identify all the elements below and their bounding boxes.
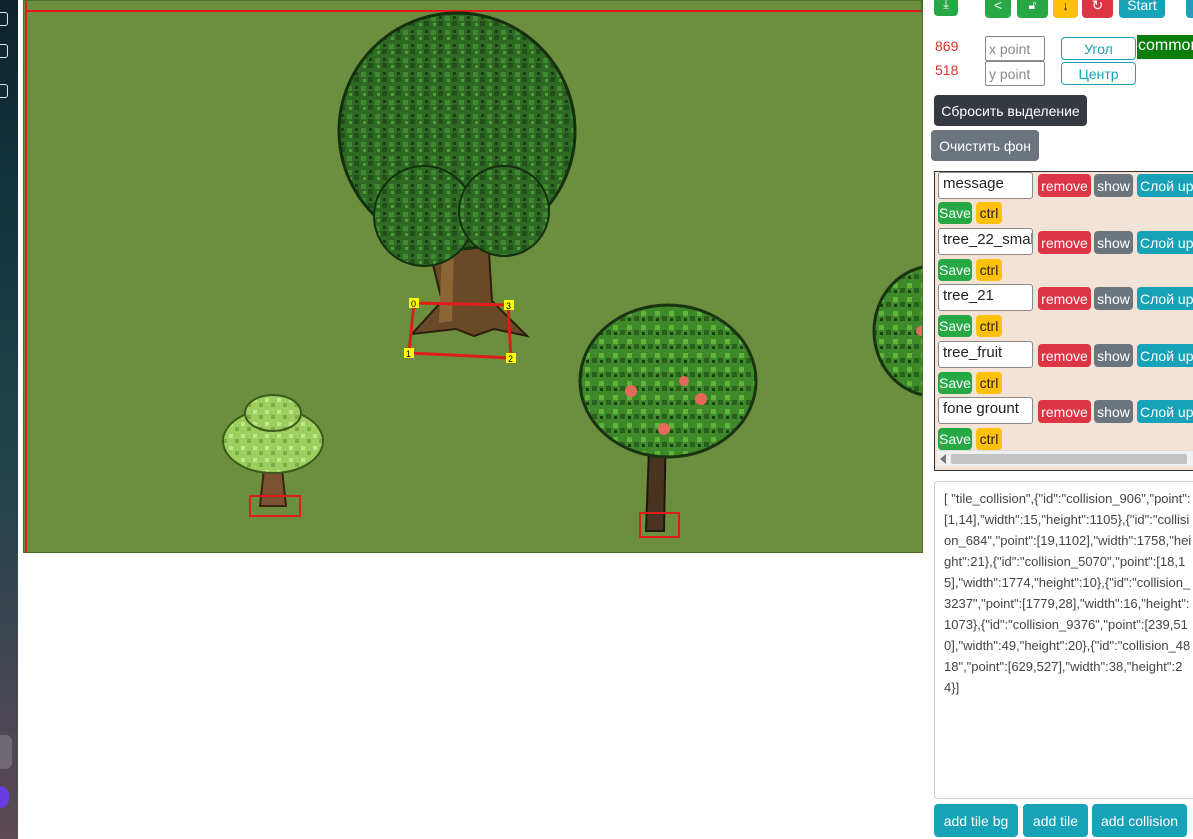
center-button[interactable]: Центр [1061, 62, 1136, 85]
refresh-icon: ↻ [1091, 0, 1104, 13]
layer-save-button[interactable]: Save [938, 428, 972, 450]
layer-remove-button[interactable]: remove [1038, 174, 1091, 197]
svg-text:2: 2 [508, 354, 513, 364]
arrow-down-icon: ↓ [1062, 0, 1069, 13]
layer-remove-button[interactable]: remove [1038, 287, 1091, 310]
dock-add-icon[interactable] [0, 735, 12, 769]
dock-icon[interactable] [0, 44, 8, 58]
y-coordinate: 518 [935, 62, 959, 78]
layer-save-button[interactable]: Save [938, 372, 972, 394]
layer-save-button[interactable]: Save [938, 315, 972, 337]
layer-up-button[interactable]: Слой up [1137, 344, 1193, 367]
layer-up-button[interactable]: Слой up [1137, 174, 1193, 197]
layer-ctrl-button[interactable]: ctrl [976, 428, 1002, 450]
layer-save-button[interactable]: Save [938, 202, 972, 224]
editor-canvas[interactable]: 0 3 1 2 [23, 0, 923, 553]
add-collision-button[interactable]: add collision [1092, 804, 1187, 837]
layer-name-input[interactable]: tree_fruit [938, 341, 1033, 368]
offscreen-tree-sprite [872, 265, 922, 397]
layer-show-button[interactable]: show [1094, 287, 1133, 310]
os-dock [0, 0, 18, 839]
dock-icon[interactable] [0, 12, 8, 26]
layer-ctrl-button[interactable]: ctrl [976, 372, 1002, 394]
layer-name-input[interactable]: fone grount [938, 397, 1033, 424]
svg-text:1: 1 [406, 349, 411, 359]
layers-horizontal-scrollbar[interactable] [937, 450, 1193, 466]
toolbar-extra-button[interactable] [1186, 0, 1193, 18]
layer-tag-badge: common [1137, 35, 1193, 59]
layer-ctrl-button[interactable]: ctrl [976, 259, 1002, 281]
svg-text:0: 0 [411, 299, 416, 309]
layer-show-button[interactable]: show [1094, 344, 1133, 367]
layer-remove-button[interactable]: remove [1038, 231, 1091, 254]
layer-up-button[interactable]: Слой up [1137, 400, 1193, 423]
reset-selection-button[interactable]: Сбросить выделение [934, 95, 1087, 126]
lock-button[interactable]: 🔓︎ [1017, 0, 1048, 18]
layers-list[interactable]: message remove show Слой up Save ctrl tr… [934, 171, 1193, 471]
y-point-input[interactable] [985, 61, 1045, 86]
dock-app-icon[interactable] [0, 786, 9, 808]
tree-21-sprite[interactable] [337, 11, 577, 338]
layer-save-button[interactable]: Save [938, 259, 972, 281]
add-tile-button[interactable]: add tile [1023, 804, 1088, 837]
layer-up-button[interactable]: Слой up [1137, 287, 1193, 310]
move-down-button[interactable]: ↓ [1053, 0, 1078, 18]
download-icon: ⤓ [943, 0, 949, 11]
x-point-input[interactable] [985, 36, 1045, 61]
tree-fruit-sprite[interactable] [578, 303, 758, 532]
layer-row-message: message remove show Слой up Save ctrl [935, 172, 1193, 228]
add-tile-bg-button[interactable]: add tile bg [934, 804, 1018, 837]
download-button[interactable]: ⤓ [934, 0, 958, 16]
layer-row-tree-22-small: tree_22_small remove show Слой up Save c… [935, 228, 1193, 284]
lock-icon: 🔓︎ [1028, 0, 1037, 12]
start-button[interactable]: Start [1119, 0, 1165, 18]
layer-row-tree-21: tree_21 remove show Слой up Save ctrl [935, 284, 1193, 340]
layer-up-button[interactable]: Слой up [1137, 231, 1193, 254]
clear-background-button[interactable]: Очистить фон [931, 130, 1039, 161]
layer-ctrl-button[interactable]: ctrl [976, 202, 1002, 224]
layer-row-fone-grount: fone grount remove show Слой up Save ctr… [935, 397, 1193, 453]
refresh-button[interactable]: ↻ [1082, 0, 1113, 18]
svg-text:3: 3 [506, 301, 511, 311]
layer-show-button[interactable]: show [1094, 174, 1133, 197]
layer-ctrl-button[interactable]: ctrl [976, 315, 1002, 337]
collision-json-textarea[interactable]: [ "tile_collision",{"id":"collision_906"… [934, 481, 1193, 799]
editor-sidebar: ⤓ < 🔓︎ ↓ ↻ Start 869 518 Угол Центр comm… [924, 0, 1193, 839]
scrollbar-thumb[interactable] [951, 454, 1187, 464]
layer-remove-button[interactable]: remove [1038, 344, 1091, 367]
corner-button[interactable]: Угол [1061, 37, 1136, 60]
x-coordinate: 869 [935, 38, 959, 54]
layer-show-button[interactable]: show [1094, 400, 1133, 423]
undo-button[interactable]: < [985, 0, 1011, 18]
dock-icon[interactable] [0, 84, 8, 98]
layer-remove-button[interactable]: remove [1038, 400, 1091, 423]
layer-name-input[interactable]: tree_22_small [938, 228, 1033, 255]
tree-22-small-sprite[interactable] [222, 394, 324, 507]
scroll-left-icon[interactable] [940, 454, 946, 464]
layer-name-input[interactable]: message [938, 172, 1033, 199]
layer-name-input[interactable]: tree_21 [938, 284, 1033, 311]
layer-show-button[interactable]: show [1094, 231, 1133, 254]
layer-row-tree-fruit: tree_fruit remove show Слой up Save ctrl [935, 341, 1193, 397]
